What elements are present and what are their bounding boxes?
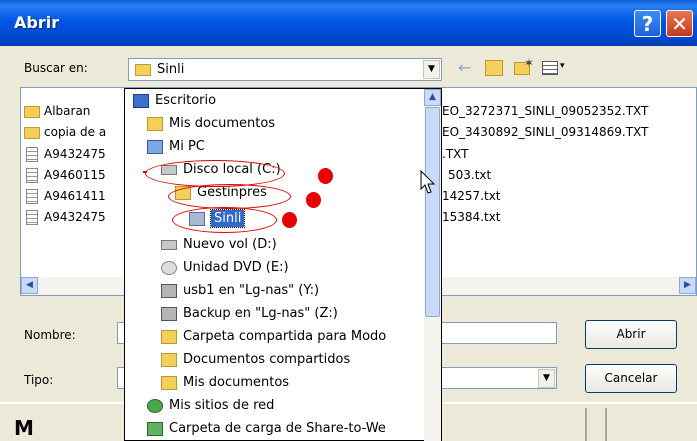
- open-button[interactable]: Abrir: [585, 320, 677, 349]
- filename-label: Nombre:: [24, 328, 76, 342]
- dropdown-item-dvd-e[interactable]: Unidad DVD (E:): [161, 257, 289, 279]
- text-file-icon: [26, 189, 38, 204]
- list-item[interactable]: EO_3272371_SINLI_09052352.TXT: [442, 103, 648, 120]
- list-item[interactable]: 503.txt: [448, 167, 491, 184]
- chevron-down-icon[interactable]: ▼: [538, 369, 555, 388]
- scrollbar-thumb[interactable]: [425, 107, 440, 317]
- chevron-down-icon[interactable]: ▼: [423, 60, 440, 79]
- dropdown-item-escritorio[interactable]: Escritorio: [133, 90, 216, 112]
- annotation-dot: [318, 168, 333, 184]
- annotation-dot: [282, 212, 297, 228]
- desktop-icon: [133, 93, 149, 108]
- dropdown-item-carpeta-de-carga[interactable]: Carpeta de carga de Share-to-We: [147, 418, 386, 440]
- network-drive-icon: [161, 306, 177, 321]
- dropdown-scrollbar[interactable]: ▲: [424, 89, 441, 441]
- text-file-icon: [26, 210, 38, 225]
- list-item[interactable]: A9461411: [26, 188, 106, 205]
- look-in-label: Buscar en:: [24, 61, 88, 75]
- dropdown-item-mis-documentos-2[interactable]: Mis documentos: [161, 372, 289, 394]
- dvd-drive-icon: [161, 260, 177, 275]
- window-title: Abrir: [14, 13, 60, 32]
- list-item[interactable]: .TXT: [442, 146, 468, 163]
- list-item[interactable]: A9432475: [26, 146, 106, 163]
- upload-folder-icon: [147, 421, 163, 436]
- list-item[interactable]: copia de a: [24, 124, 106, 141]
- new-folder-icon[interactable]: ✶: [514, 56, 534, 76]
- filetype-label: Tipo:: [24, 373, 54, 387]
- dropdown-item-documentos-compartidos[interactable]: Documentos compartidos: [161, 349, 350, 371]
- list-item[interactable]: Albaran: [24, 103, 90, 120]
- text-file-icon: [26, 168, 38, 183]
- folder-icon: [161, 352, 177, 367]
- view-menu-icon[interactable]: ▾: [542, 60, 568, 76]
- text-file-icon: [26, 147, 38, 162]
- dropdown-item-mis-documentos[interactable]: Mis documentos: [147, 113, 275, 135]
- mouse-cursor-icon: [420, 170, 436, 194]
- dropdown-item-mi-pc[interactable]: Mi PC: [147, 136, 205, 158]
- scroll-up-icon[interactable]: ▲: [424, 89, 441, 106]
- network-places-icon: [147, 398, 163, 413]
- folder-icon: [24, 126, 40, 139]
- back-icon[interactable]: ←: [458, 60, 474, 76]
- my-computer-icon: [147, 139, 163, 154]
- list-item[interactable]: A9432475: [26, 209, 106, 226]
- dropdown-item-usb1[interactable]: usb1 en "Lg-nas" (Y:): [161, 280, 319, 302]
- annotation-mark: [143, 171, 147, 173]
- scroll-left-icon[interactable]: ◀: [21, 277, 38, 294]
- folder-icon: [24, 105, 40, 118]
- background-text: M: [14, 416, 34, 440]
- shared-folder-icon: [161, 329, 177, 344]
- folder-icon: [135, 64, 151, 76]
- close-button[interactable]: ✕: [666, 10, 693, 37]
- hard-disk-icon: [161, 239, 177, 250]
- look-in-combo[interactable]: Sinli ▼: [128, 58, 442, 81]
- close-icon: ✕: [671, 12, 688, 36]
- dropdown-item-carpeta-compartida[interactable]: Carpeta compartida para Modo: [161, 326, 386, 348]
- title-bar: Abrir ? ✕: [0, 0, 697, 46]
- folder-icon: [161, 375, 177, 390]
- annotation-ellipse: [168, 184, 291, 209]
- list-item[interactable]: EO_3430892_SINLI_09314869.TXT: [442, 124, 648, 141]
- dropdown-item-backup[interactable]: Backup en "Lg-nas" (Z:): [161, 303, 338, 325]
- up-folder-icon[interactable]: [485, 60, 503, 76]
- list-item[interactable]: 15384.txt: [442, 209, 501, 226]
- list-item[interactable]: A9460115: [26, 167, 106, 184]
- my-documents-icon: [147, 116, 163, 131]
- cancel-button[interactable]: Cancelar: [585, 364, 677, 393]
- annotation-ellipse: [172, 207, 277, 233]
- look-in-value: Sinli: [157, 62, 185, 77]
- network-drive-icon: [161, 283, 177, 298]
- list-item[interactable]: 14257.txt: [442, 188, 501, 205]
- dropdown-item-mis-sitios-de-red[interactable]: Mis sitios de red: [147, 395, 274, 417]
- dropdown-item-nuevo-vol-d[interactable]: Nuevo vol (D:): [161, 234, 277, 256]
- question-icon: ?: [641, 12, 654, 36]
- annotation-dot: [306, 192, 321, 208]
- annotation-ellipse: [145, 160, 285, 187]
- help-button[interactable]: ?: [634, 10, 661, 37]
- scroll-right-icon[interactable]: ▶: [679, 277, 696, 294]
